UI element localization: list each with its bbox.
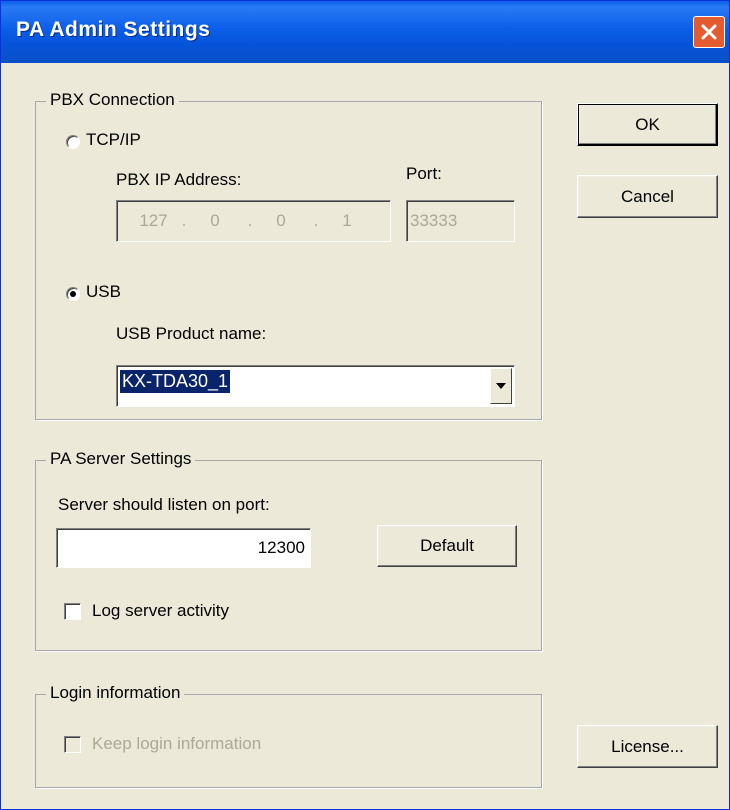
server-port-label: Server should listen on port:	[58, 495, 270, 514]
usb-radio[interactable]	[66, 287, 80, 301]
dialog-body: PBX Connection TCP/IP PBX IP Address: Po…	[1, 63, 729, 809]
pbx-ip-address-label: PBX IP Address:	[116, 170, 242, 189]
usb-product-select[interactable]: KX-TDA30_1	[116, 365, 515, 407]
pa-server-settings-legend: PA Server Settings	[46, 449, 196, 469]
port-label: Port:	[406, 164, 442, 183]
license-button[interactable]: License...	[577, 725, 718, 768]
tcp-ip-label[interactable]: TCP/IP	[86, 130, 141, 150]
ip-dot-separator: .	[313, 211, 319, 230]
pbx-port-value: 33333	[410, 211, 458, 230]
chevron-down-icon	[496, 383, 506, 389]
usb-product-name-label: USB Product name:	[116, 324, 267, 343]
close-icon	[701, 24, 717, 40]
cancel-button[interactable]: Cancel	[577, 175, 718, 218]
server-port-value: 12300	[257, 538, 305, 557]
pbx-port-input[interactable]: 33333	[406, 200, 515, 242]
dialog-window: PA Admin Settings PBX Connection TCP/IP …	[0, 0, 730, 810]
ok-button[interactable]: OK	[577, 103, 718, 146]
log-server-activity-label[interactable]: Log server activity	[92, 601, 229, 621]
window-title: PA Admin Settings	[16, 18, 211, 41]
tcp-ip-radio[interactable]	[66, 135, 80, 149]
pbx-ip-address-input[interactable]: 127 . 0 . 0 . 1	[116, 200, 391, 242]
title-bar[interactable]: PA Admin Settings	[1, 1, 729, 63]
pbx-connection-legend: PBX Connection	[46, 90, 179, 110]
server-port-input[interactable]: 12300	[56, 528, 311, 568]
ip-octet-1: 127	[139, 211, 168, 230]
pbx-connection-group: PBX Connection TCP/IP PBX IP Address: Po…	[35, 90, 542, 420]
usb-product-selected-value: KX-TDA30_1	[120, 370, 231, 393]
log-server-activity-checkbox[interactable]	[64, 603, 81, 620]
close-button[interactable]	[693, 16, 725, 48]
usb-label[interactable]: USB	[86, 282, 121, 302]
keep-login-information-checkbox[interactable]	[64, 736, 81, 753]
ip-octet-3: 0	[276, 211, 286, 230]
keep-login-information-label[interactable]: Keep login information	[92, 734, 261, 754]
ip-octet-4: 1	[342, 211, 352, 230]
ip-dot-separator: .	[181, 211, 187, 230]
usb-radio-selected-dot	[70, 291, 76, 297]
default-button[interactable]: Default	[377, 525, 517, 567]
ip-dot-separator: .	[247, 211, 253, 230]
ip-octet-2: 0	[210, 211, 220, 230]
dropdown-arrow-button[interactable]	[490, 368, 512, 404]
pa-server-settings-group: PA Server Settings Server should listen …	[35, 449, 542, 651]
login-information-legend: Login information	[46, 683, 185, 703]
login-information-group: Login information Keep login information	[35, 683, 542, 788]
